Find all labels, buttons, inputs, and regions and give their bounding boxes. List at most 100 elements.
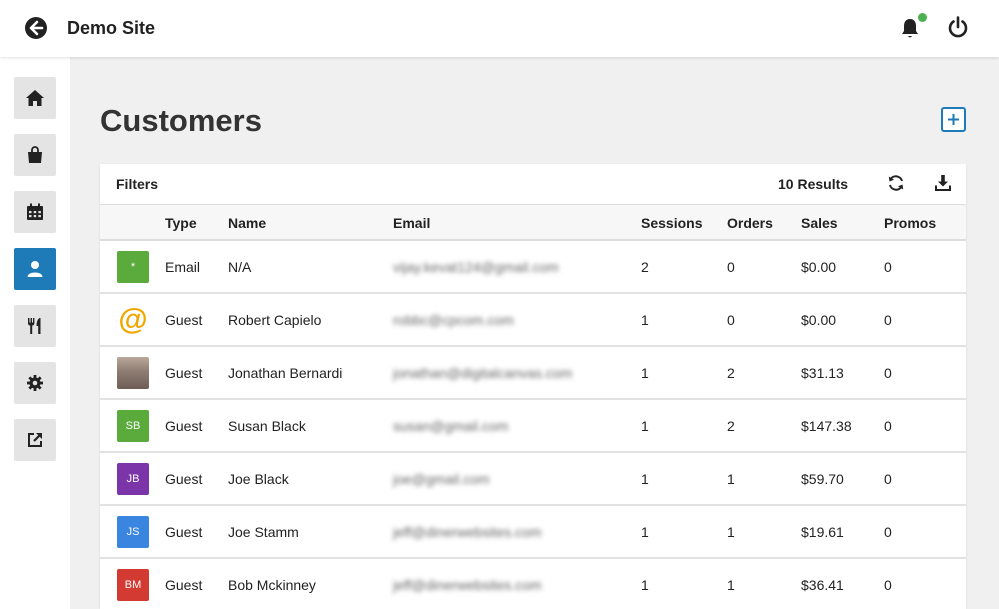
customer-email: vijay.kevat124@gmail.com xyxy=(393,259,559,275)
page-title: Customers xyxy=(100,103,262,138)
customer-sessions: 1 xyxy=(641,577,649,593)
sidebar-item-external[interactable] xyxy=(14,419,56,461)
customer-sales: $147.38 xyxy=(801,418,852,434)
customer-sessions: 1 xyxy=(641,418,649,434)
table-row[interactable]: Guest Jonathan Bernardi jonathan@digitalca… xyxy=(100,347,966,400)
sidebar-item-settings[interactable] xyxy=(14,362,56,404)
customer-name: Robert Capielo xyxy=(228,312,322,328)
customer-sessions: 1 xyxy=(641,471,649,487)
customer-email: robbc@cpcom.com xyxy=(393,312,514,328)
customer-sales: $19.61 xyxy=(801,524,844,540)
customer-name: Bob Mckinney xyxy=(228,577,316,593)
customer-sales: $59.70 xyxy=(801,471,844,487)
download-icon[interactable] xyxy=(934,174,952,192)
customer-type: Guest xyxy=(165,471,203,487)
customer-promos: 0 xyxy=(884,312,892,328)
sidebar-item-orders[interactable] xyxy=(14,134,56,176)
avatar: * xyxy=(117,251,149,283)
column-header-type[interactable]: Type xyxy=(165,215,197,231)
customer-orders: 0 xyxy=(727,259,735,275)
sidebar-item-customers[interactable] xyxy=(14,248,56,290)
customer-promos: 0 xyxy=(884,577,892,593)
customers-panel: Filters 10 Results Type Name Email Sessi… xyxy=(100,164,966,609)
refresh-icon[interactable] xyxy=(887,174,905,192)
column-header-name[interactable]: Name xyxy=(228,215,266,231)
column-header-sales[interactable]: Sales xyxy=(801,215,838,231)
customer-sessions: 1 xyxy=(641,312,649,328)
add-customer-button[interactable] xyxy=(941,107,966,132)
column-header-promos[interactable]: Promos xyxy=(884,215,936,231)
customer-type: Email xyxy=(165,259,201,275)
sidebar-item-menu[interactable] xyxy=(14,305,56,347)
top-bar: Demo Site xyxy=(0,0,999,57)
filters-toggle[interactable]: Filters xyxy=(116,176,158,192)
customer-promos: 0 xyxy=(884,418,892,434)
external-link-icon xyxy=(28,433,42,447)
table-row[interactable]: JS Guest Joe Stamm jeff@dinerwebsites.com 1 1… xyxy=(100,506,966,559)
customer-promos: 0 xyxy=(884,365,892,381)
home-icon xyxy=(26,90,44,106)
results-count: 10 Results xyxy=(778,176,849,192)
customer-sessions: 2 xyxy=(641,259,649,275)
avatar: SB xyxy=(117,410,149,442)
table-row[interactable]: SB Guest Susan Black susan@gmail.com 1 2 $147.… xyxy=(100,400,966,453)
customer-email: susan@gmail.com xyxy=(393,418,509,434)
customer-promos: 0 xyxy=(884,524,892,540)
table-row[interactable]: JB Guest Joe Black joe@gmail.com 1 1 $59.70 0 xyxy=(100,453,966,506)
avatar: @ xyxy=(117,303,149,336)
column-header-email[interactable]: Email xyxy=(393,215,430,231)
customer-orders: 2 xyxy=(727,418,735,434)
customer-sales: $31.13 xyxy=(801,365,844,381)
customer-sessions: 1 xyxy=(641,524,649,540)
sidebar xyxy=(0,57,70,609)
customer-type: Guest xyxy=(165,418,203,434)
customer-sales: $0.00 xyxy=(801,259,837,275)
table-row[interactable]: @ Guest Robert Capielo robbc@cpcom.com 1 0 $0.… xyxy=(100,294,966,347)
customer-name: Joe Stamm xyxy=(228,524,299,540)
table-header: Type Name Email Sessions Orders Sales Pr… xyxy=(100,205,966,241)
customer-orders: 2 xyxy=(727,365,735,381)
customer-name: Jonathan Bernardi xyxy=(228,365,343,381)
avatar: BM xyxy=(117,569,149,601)
customer-sales: $0.00 xyxy=(801,312,837,328)
sidebar-item-home[interactable] xyxy=(14,77,56,119)
customer-promos: 0 xyxy=(884,259,892,275)
customer-type: Guest xyxy=(165,577,203,593)
avatar: JS xyxy=(117,516,149,548)
customer-sales: $36.41 xyxy=(801,577,844,593)
table-row[interactable]: * Email N/A vijay.kevat124@gmail.com 2 0 $0.00… xyxy=(100,241,966,294)
customer-sessions: 1 xyxy=(641,365,649,381)
column-header-orders[interactable]: Orders xyxy=(727,215,773,231)
gear-icon xyxy=(27,375,43,391)
customer-email: joe@gmail.com xyxy=(393,471,490,487)
power-icon[interactable] xyxy=(946,15,970,39)
table-row[interactable]: BM Guest Bob Mckinney jeff@dinerwebsites.co… xyxy=(100,559,966,609)
back-arrow-icon[interactable] xyxy=(24,16,48,40)
customer-orders: 1 xyxy=(727,471,735,487)
customer-email: jeff@dinerwebsites.com xyxy=(393,524,542,540)
utensils-icon xyxy=(28,318,41,334)
sidebar-item-calendar[interactable] xyxy=(14,191,56,233)
calendar-icon xyxy=(27,203,43,220)
customer-orders: 1 xyxy=(727,524,735,540)
customer-name: Joe Black xyxy=(228,471,289,487)
customer-type: Guest xyxy=(165,312,203,328)
customer-type: Guest xyxy=(165,365,203,381)
customer-name: Susan Black xyxy=(228,418,306,434)
customer-email: jeff@dinerwebsites.com xyxy=(393,577,542,593)
site-title: Demo Site xyxy=(67,18,156,38)
column-header-sessions[interactable]: Sessions xyxy=(641,215,702,231)
customer-type: Guest xyxy=(165,524,203,540)
filters-bar: Filters 10 Results xyxy=(100,164,966,205)
user-icon xyxy=(27,261,43,277)
notification-badge xyxy=(918,13,927,22)
customer-orders: 1 xyxy=(727,577,735,593)
plus-icon xyxy=(948,114,959,125)
customer-email: jonathan@digitalcanvas.com xyxy=(393,365,573,381)
shopping-bag-icon xyxy=(28,146,42,163)
avatar xyxy=(117,357,149,389)
avatar: JB xyxy=(117,463,149,495)
customer-name: N/A xyxy=(228,259,252,275)
customer-promos: 0 xyxy=(884,471,892,487)
customer-orders: 0 xyxy=(727,312,735,328)
